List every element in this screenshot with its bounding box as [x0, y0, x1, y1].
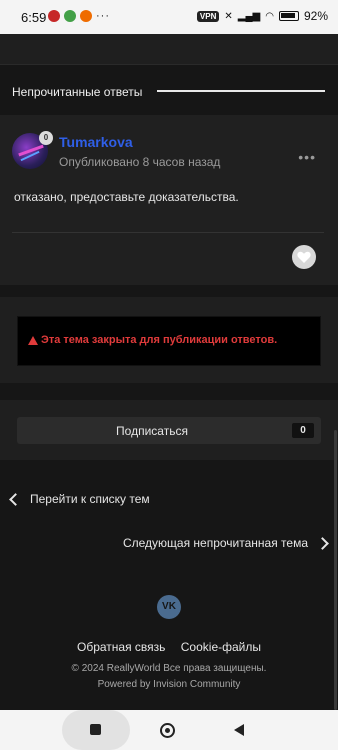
- battery-icon: [278, 11, 299, 21]
- subscriber-count: 0: [292, 423, 314, 438]
- divider: [12, 232, 324, 233]
- section-title: Непрочитанные ответы: [12, 85, 143, 99]
- subscribe-button[interactable]: Подписаться 0: [17, 417, 321, 444]
- battery-percent: 92%: [303, 9, 328, 23]
- signal-icon: ▂▄▆: [237, 10, 261, 22]
- spacer: [0, 285, 338, 297]
- notification-icon: [80, 10, 92, 22]
- notification-icon: [64, 10, 76, 22]
- page-top-band: [0, 34, 338, 64]
- subscribe-label: Подписаться: [116, 424, 188, 438]
- footer-links: Обратная связь Cookie-файлы: [0, 640, 338, 654]
- cookies-link[interactable]: Cookie-файлы: [181, 640, 261, 654]
- chevron-right-icon: [316, 536, 329, 550]
- heart-icon: [297, 251, 311, 263]
- more-notifications-icon: ···: [96, 10, 110, 22]
- recents-button[interactable]: [62, 710, 130, 750]
- next-unread-topic-link[interactable]: Следующая непрочитанная тема: [123, 536, 330, 550]
- published-time[interactable]: Опубликовано 8 часов назад: [59, 155, 220, 169]
- back-to-topics-link[interactable]: Перейти к списку тем: [8, 492, 150, 506]
- post-content: отказано, предоставьте доказательства.: [14, 190, 239, 204]
- topic-closed-notice: Эта тема закрыта для публикации ответов.: [17, 316, 321, 366]
- mute-icon: ✕: [224, 10, 233, 22]
- powered-by-link[interactable]: Powered by Invision Community: [0, 679, 338, 690]
- more-options-icon[interactable]: •••: [298, 149, 316, 165]
- system-nav-bar: [0, 710, 338, 750]
- post-card: 0 Tumarkova Опубликовано 8 часов назад •…: [0, 115, 338, 285]
- system-icons: VPN ✕ ▂▄▆ ◠ 92%: [196, 9, 328, 23]
- notification-icons: ···: [48, 10, 110, 22]
- wifi-icon: ◠: [265, 10, 274, 22]
- section-title-line: [157, 90, 325, 92]
- vk-icon[interactable]: VK: [157, 595, 181, 619]
- copyright: © 2024 ReallyWorld Все права защищены.: [71, 663, 267, 674]
- vpn-icon: VPN: [196, 10, 220, 22]
- feedback-link[interactable]: Обратная связь: [77, 640, 165, 654]
- chevron-left-icon: [9, 492, 22, 506]
- status-time: 6:59: [21, 10, 47, 25]
- author-name[interactable]: Tumarkova: [59, 134, 133, 150]
- closed-text: Эта тема закрыта для публикации ответов.: [41, 334, 278, 346]
- back-button[interactable]: [234, 724, 244, 736]
- back-label: Перейти к списку тем: [30, 492, 150, 506]
- like-button[interactable]: [292, 245, 316, 269]
- divider: [0, 64, 338, 65]
- rank-badge: 0: [39, 131, 53, 145]
- status-bar: 6:59 ··· VPN ✕ ▂▄▆ ◠ 92%: [0, 0, 338, 34]
- next-label: Следующая непрочитанная тема: [122, 536, 308, 550]
- home-button[interactable]: [160, 723, 175, 738]
- square-icon: [90, 724, 101, 735]
- warning-icon: [28, 335, 38, 345]
- closed-message: Эта тема закрыта для публикации ответов.: [28, 334, 277, 346]
- notification-icon: [48, 10, 60, 22]
